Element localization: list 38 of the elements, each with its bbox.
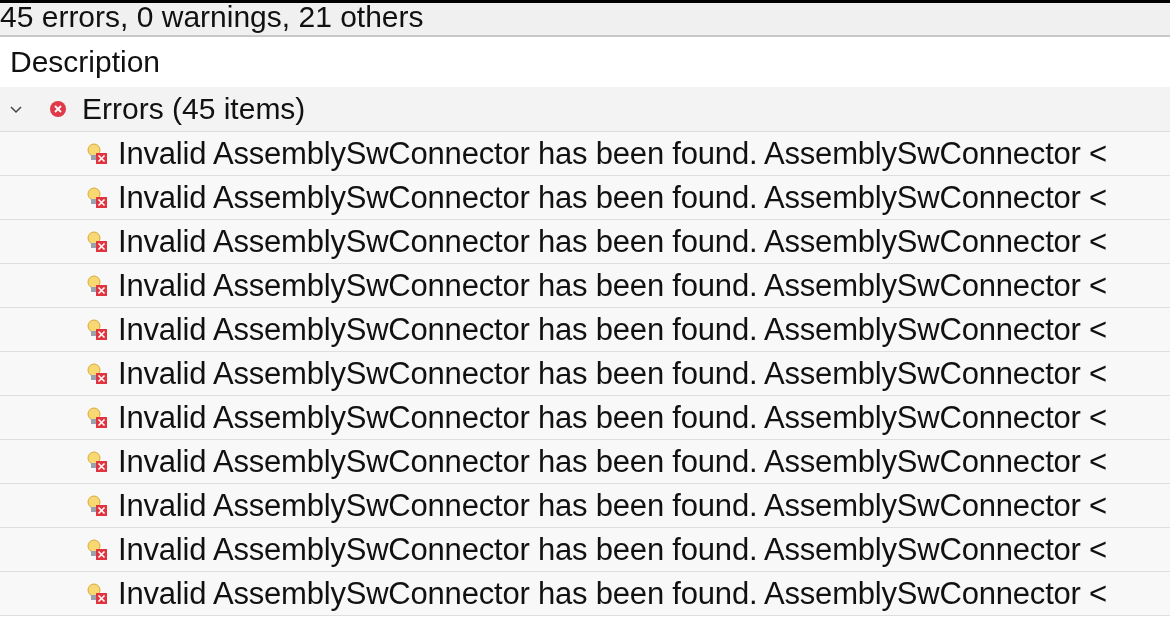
item-text: Invalid AssemblySwConnector has been found. AssemblySwConnector < [118,402,1108,433]
lightbulb-error-icon [86,537,108,562]
item-text: Invalid AssemblySwConnector has been found. AssemblySwConnector < [118,314,1108,345]
tree-item-row[interactable]: Invalid AssemblySwConnector has been found. AssemblySwConnector < [0,308,1170,352]
item-text: Invalid AssemblySwConnector has been found. AssemblySwConnector < [118,358,1108,389]
item-text: Invalid AssemblySwConnector has been found. AssemblySwConnector < [118,226,1108,257]
item-text: Invalid AssemblySwConnector has been found. AssemblySwConnector < [118,270,1108,301]
tree-item-row[interactable]: Invalid AssemblySwConnector has been found. AssemblySwConnector < [0,572,1170,616]
lightbulb-error-icon [86,185,108,210]
lightbulb-error-icon [86,229,108,254]
lightbulb-error-icon [86,405,108,430]
item-text: Invalid AssemblySwConnector has been found. AssemblySwConnector < [118,534,1108,565]
lightbulb-error-icon [86,273,108,298]
tree-group-row[interactable]: Errors (45 items) [0,87,1170,132]
item-text: Invalid AssemblySwConnector has been found. AssemblySwConnector < [118,138,1108,169]
tree-item-row[interactable]: Invalid AssemblySwConnector has been found. AssemblySwConnector < [0,264,1170,308]
tree-item-row[interactable]: Invalid AssemblySwConnector has been found. AssemblySwConnector < [0,396,1170,440]
tree-item-row[interactable]: Invalid AssemblySwConnector has been found. AssemblySwConnector < [0,352,1170,396]
tree-item-row[interactable]: Invalid AssemblySwConnector has been found. AssemblySwConnector < [0,440,1170,484]
column-title[interactable]: Description [0,47,161,77]
tree-item-row[interactable]: Invalid AssemblySwConnector has been found. AssemblySwConnector < [0,484,1170,528]
lightbulb-error-icon [86,361,108,386]
lightbulb-error-icon [86,449,108,474]
item-text: Invalid AssemblySwConnector has been found. AssemblySwConnector < [118,446,1108,477]
item-text: Invalid AssemblySwConnector has been found. AssemblySwConnector < [118,182,1108,213]
tree-item-row[interactable]: Invalid AssemblySwConnector has been found. AssemblySwConnector < [0,176,1170,220]
tree-item-row[interactable]: Invalid AssemblySwConnector has been found. AssemblySwConnector < [0,528,1170,572]
lightbulb-error-icon [86,317,108,342]
tree-item-row[interactable]: Invalid AssemblySwConnector has been found. AssemblySwConnector < [0,220,1170,264]
group-label: Errors (45 items) [82,94,306,124]
lightbulb-error-icon [86,141,108,166]
item-text: Invalid AssemblySwConnector has been found. AssemblySwConnector < [118,578,1108,609]
status-text: 45 errors, 0 warnings, 21 others [0,2,424,32]
tree-item-row[interactable]: Invalid AssemblySwConnector has been found. AssemblySwConnector < [0,132,1170,176]
item-text: Invalid AssemblySwConnector has been found. AssemblySwConnector < [118,490,1108,521]
error-icon [49,100,67,118]
lightbulb-error-icon [86,581,108,606]
lightbulb-error-icon [86,493,108,518]
